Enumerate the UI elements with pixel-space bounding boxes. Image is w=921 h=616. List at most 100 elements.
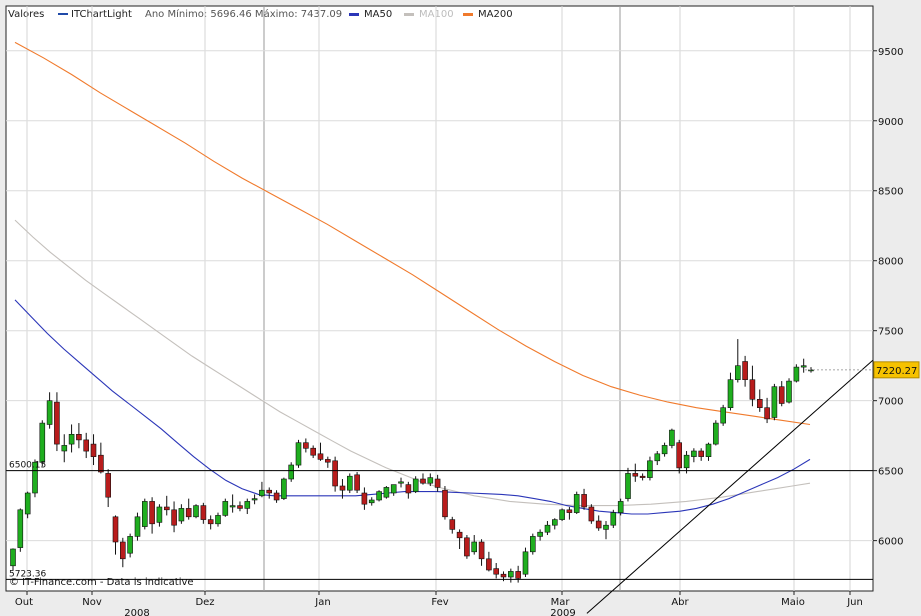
candle-body — [164, 506, 170, 511]
candle-body — [346, 475, 353, 491]
candle-79 — [588, 504, 595, 524]
candle-body — [207, 519, 214, 525]
candle-body — [61, 445, 68, 452]
candle-body — [266, 489, 273, 494]
candle-body — [332, 460, 338, 487]
candle-body — [786, 380, 792, 403]
candle-29 — [222, 498, 229, 517]
y-tick-label-6000: 6000 — [878, 537, 903, 548]
candle-90 — [669, 428, 675, 449]
candle-body — [493, 568, 500, 575]
candle-body — [156, 506, 163, 523]
candle-82 — [610, 509, 617, 529]
legend-series-name: ITChartLight — [71, 9, 132, 20]
candle-body — [317, 453, 324, 460]
candle-1 — [17, 508, 24, 552]
candle-body — [237, 505, 243, 509]
candle-body — [376, 491, 382, 501]
candle-body — [442, 489, 448, 518]
candle-body — [54, 401, 60, 445]
candle-body — [581, 494, 587, 508]
candle-body — [625, 473, 631, 499]
candle-body — [398, 481, 404, 484]
legend-ma50: MA50 — [364, 9, 392, 20]
candle-body — [456, 531, 463, 539]
candle-body — [551, 519, 558, 526]
candle-17 — [134, 512, 141, 541]
candle-body — [390, 484, 397, 494]
candle-body — [251, 498, 258, 501]
candle-50 — [376, 490, 382, 502]
candle-70 — [522, 547, 529, 578]
candle-47 — [354, 472, 360, 494]
x-year-label-2008: 2008 — [124, 608, 149, 616]
legend-swatch-series — [58, 13, 68, 15]
legend-swatch-ma200 — [463, 13, 473, 16]
candle-18 — [142, 498, 148, 530]
y-tick-label-6500: 6500 — [878, 467, 903, 478]
candle-body — [793, 366, 800, 382]
y-tick-label-8000: 8000 — [878, 257, 903, 268]
candle-body — [149, 501, 155, 525]
y-tick-label-8500: 8500 — [878, 187, 903, 198]
x-tick-label-mar: Mar — [551, 597, 571, 608]
candle-body — [244, 501, 251, 509]
candle-body — [544, 524, 551, 533]
y-tick-label-7000: 7000 — [878, 397, 903, 408]
candle-body — [288, 464, 295, 480]
candle-body — [720, 407, 727, 424]
candle-body — [756, 398, 763, 408]
candle-body — [610, 512, 617, 526]
candle-body — [193, 505, 199, 518]
candle-body — [515, 571, 522, 579]
candle-body — [215, 515, 221, 525]
candle-96 — [712, 420, 719, 446]
candle-body — [661, 445, 668, 455]
candle-body — [573, 494, 580, 513]
x-tick-label-maio: Maio — [781, 597, 805, 608]
candle-body — [691, 450, 697, 457]
x-tick-label-nov: Nov — [82, 597, 102, 608]
candle-body — [676, 442, 683, 469]
candle-body — [361, 492, 368, 505]
candle-39 — [295, 439, 302, 468]
x-tick-label-dez: Dez — [195, 597, 214, 608]
candle-body — [420, 478, 426, 484]
candle-body — [727, 379, 734, 409]
candle-body — [259, 489, 265, 497]
candle-body — [281, 478, 287, 499]
candle-body — [698, 450, 705, 457]
candle-body — [647, 460, 653, 478]
candle-body — [98, 454, 104, 473]
level-label-0: 6500.15 — [9, 461, 46, 471]
candle-body — [800, 365, 807, 368]
candle-body — [134, 516, 141, 537]
candle-37 — [281, 477, 287, 501]
candle-body — [434, 478, 441, 488]
candle-25 — [193, 504, 199, 519]
legend-range-text: Ano Mínimo: 5696.46 Máximo: 7437.09 — [145, 8, 342, 20]
candle-107 — [793, 364, 800, 383]
candle-body — [229, 505, 236, 508]
candle-body — [471, 541, 478, 553]
candle-104 — [771, 383, 778, 421]
candle-body — [764, 407, 770, 420]
candle-body — [427, 477, 434, 484]
candle-106 — [786, 378, 792, 404]
candle-38 — [288, 462, 295, 482]
candle-75 — [559, 508, 565, 522]
candle-71 — [529, 533, 536, 555]
candle-body — [449, 519, 456, 530]
candle-46 — [346, 473, 353, 494]
candle-2 — [24, 491, 31, 519]
candle-body — [603, 524, 609, 530]
legend-swatch-ma50 — [349, 13, 359, 16]
candle-body — [529, 536, 536, 553]
candle-body — [273, 492, 280, 501]
candle-body — [771, 386, 778, 418]
candle-body — [595, 520, 602, 529]
y-tick-label-9500: 9500 — [878, 47, 903, 58]
candle-body — [639, 475, 646, 478]
candle-body — [632, 473, 639, 477]
candle-body — [200, 505, 207, 520]
